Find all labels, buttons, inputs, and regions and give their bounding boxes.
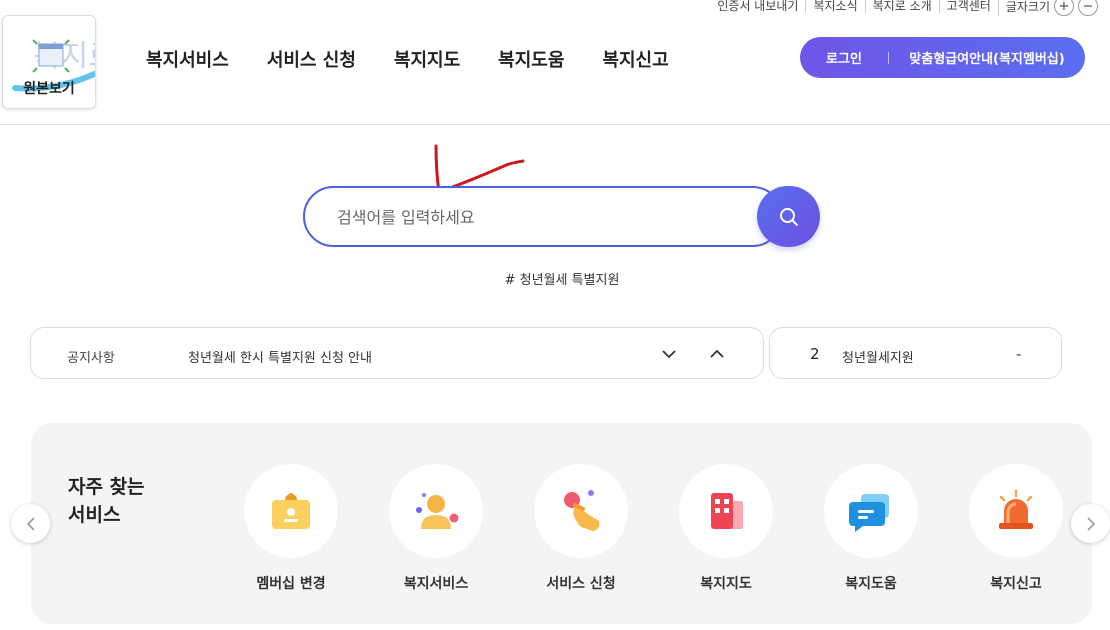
nav-welfare-map[interactable]: 복지지도 [394,46,460,72]
service-label: 멤버십 변경 [256,576,326,592]
login-pill: 로그인 맞춤형급여안내(복지멤버십) [800,37,1085,78]
notice-label: 공지사항 [67,351,115,366]
siren-icon [969,464,1063,558]
cert-export-link[interactable]: 인증서 내보내기 [710,0,805,13]
logo[interactable]: 복지로 원본보기 [2,15,96,109]
search-box [303,186,783,247]
services-title: 자주 찾는 서비스 [68,476,145,526]
nav-service-apply[interactable]: 서비스 신청 [267,46,356,72]
service-label: 서비스 신청 [546,576,616,592]
frequent-services: 자주 찾는 서비스 멤버십 변경 복지서비스 서비스 신청 복지지도 복지도움 … [31,423,1092,624]
membership-button[interactable]: 맞춤형급여안내(복지멤버십) [889,48,1085,67]
search-input[interactable] [337,204,737,230]
nav-welfare-services[interactable]: 복지서비스 [146,46,229,72]
service-label: 복지서비스 [403,576,469,592]
hashtag-keyword[interactable]: # 청년월세 특별지원 [0,269,1110,288]
service-apply[interactable]: 서비스 신청 [534,464,628,593]
nav-welfare-report[interactable]: 복지신고 [602,46,668,72]
building-icon [679,464,773,558]
utility-bar: 인증서 내보내기 복지소식 복지로 소개 고객센터 글자크기 + − [710,0,1098,16]
logo-label: 원본보기 [23,81,75,97]
service-label: 복지지도 [700,576,752,592]
font-increase-button[interactable]: + [1054,0,1074,16]
chevron-right-icon [1086,516,1095,531]
popular-keyword-box: 2 청년월세지원 - [769,327,1062,379]
service-welfare-map[interactable]: 복지지도 [679,464,773,593]
rank-change: - [1016,345,1022,363]
chevron-down-icon[interactable] [657,342,681,366]
font-decrease-button[interactable]: − [1078,0,1098,16]
login-button[interactable]: 로그인 [800,48,888,67]
notice-bar: 공지사항 청년월세 한시 특별지원 신청 안내 [30,327,764,379]
welfare-news-link[interactable]: 복지소식 [805,0,864,13]
chevron-left-icon [26,516,35,531]
carousel-next-button[interactable] [1071,504,1110,543]
service-welfare-services[interactable]: 복지서비스 [389,464,483,593]
hand-click-icon [534,464,628,558]
font-size-label: 글자크기 [1005,0,1050,14]
popular-keyword[interactable]: 청년월세지원 [842,347,914,366]
service-welfare-help[interactable]: 복지도움 [824,464,918,593]
rank-number: 2 [810,345,820,363]
customer-center-link[interactable]: 고객센터 [938,0,998,13]
chat-bubble-icon [824,464,918,558]
service-welfare-report[interactable]: 복지신고 [969,464,1063,593]
person-icon [389,464,483,558]
carousel-prev-button[interactable] [11,504,50,543]
id-badge-icon [244,464,338,558]
notice-text[interactable]: 청년월세 한시 특별지원 신청 안내 [188,347,372,366]
service-membership-change[interactable]: 멤버십 변경 [244,464,338,593]
search-icon [779,207,798,226]
search-button[interactable] [757,186,820,247]
service-label: 복지도움 [845,576,897,592]
header-divider [0,124,1110,125]
nav-welfare-help[interactable]: 복지도움 [498,46,564,72]
service-label: 복지신고 [990,576,1042,592]
chevron-up-icon[interactable] [705,342,729,366]
font-size-control: 글자크기 + − [997,0,1098,16]
about-link[interactable]: 복지로 소개 [864,0,939,13]
main-nav: 복지서비스 서비스 신청 복지지도 복지도움 복지신고 [146,46,669,72]
